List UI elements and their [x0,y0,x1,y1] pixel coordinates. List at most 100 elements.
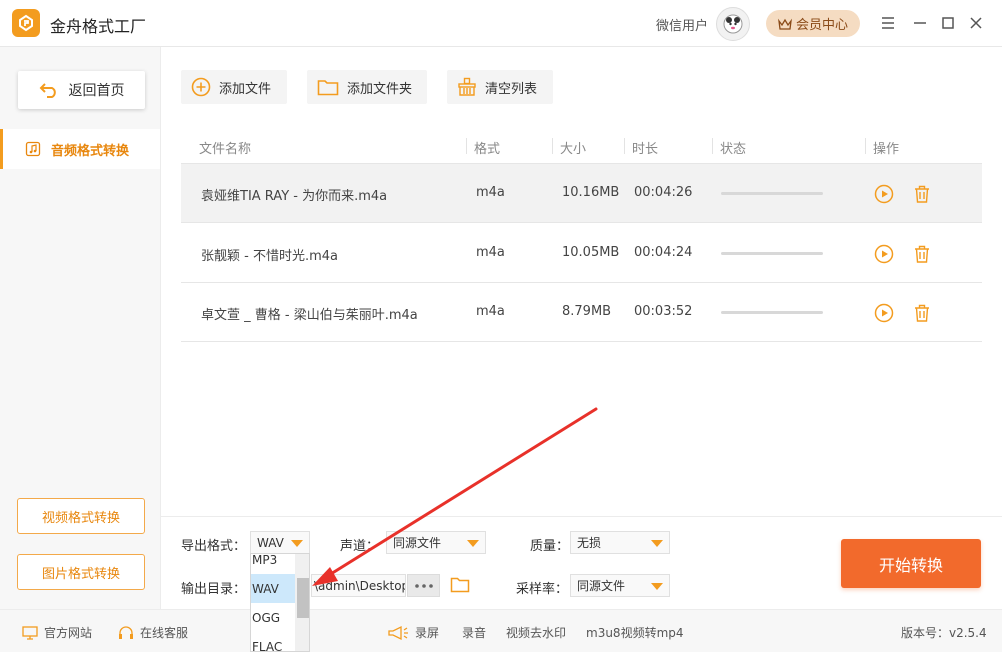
output-dir-field[interactable]: \admin\Desktop\ [311,574,406,597]
table-row[interactable]: 卓文萱 _ 曹格 - 梁山伯与茱丽叶.m4a m4a 8.79MB 00:03:… [181,283,982,342]
progress-bar [721,252,823,255]
avatar[interactable] [716,7,750,41]
file-duration: 00:03:52 [634,304,693,319]
play-icon[interactable] [873,183,895,205]
quality-select[interactable]: 无损 [570,531,670,554]
sidebar-item-audio-convert[interactable]: 音频格式转换 [0,129,160,169]
channel-value: 同源文件 [393,536,442,550]
official-website-link[interactable]: 官方网站 [22,624,92,641]
vip-center-button[interactable]: 会员中心 [766,10,860,37]
close-icon[interactable] [966,13,986,33]
delete-icon[interactable] [911,183,933,205]
column-divider [865,138,866,154]
plus-circle-icon [191,77,211,97]
online-support-label: 在线客服 [140,626,189,640]
column-divider [712,138,713,154]
menu-icon[interactable] [878,13,898,33]
add-folder-label: 添加文件夹 [347,81,413,97]
back-home-label: 返回首页 [68,83,125,99]
add-folder-button[interactable]: 添加文件夹 [307,70,427,104]
official-website-label: 官方网站 [44,626,93,640]
app-title: 金舟格式工厂 [50,17,147,36]
delete-icon[interactable] [911,302,933,324]
image-convert-button[interactable]: 图片格式转换 [17,554,145,590]
chevron-down-icon [651,540,663,547]
format-option-ogg[interactable]: OGG [251,603,295,632]
col-duration-header: 时长 [632,142,659,157]
monitor-icon [22,625,38,640]
vip-label: 会员中心 [795,18,848,33]
file-size: 8.79MB [562,304,612,319]
file-format: m4a [476,304,505,319]
return-icon [39,83,56,98]
headset-icon [119,625,133,639]
progress-bar [721,311,823,314]
chevron-down-icon [651,583,663,590]
table-row[interactable]: 张靓颖 - 不惜时光.m4a m4a 10.05MB 00:04:24 [181,224,982,283]
format-option-wav[interactable]: WAV [251,574,295,603]
add-file-label: 添加文件 [219,81,272,97]
remove-watermark-link[interactable]: 视频去水印 [506,624,566,641]
remove-watermark-label: 视频去水印 [506,626,567,640]
version-text: 版本号：v2.5.4 [901,626,987,640]
start-convert-button[interactable]: 开始转换 [841,539,981,588]
version-label: 版本号：v2.5.4 [901,624,987,641]
footer-bar: 官方网站 在线客服 录屏 录音 视频去水印 m3u8视频转mp4 版本号：v2.… [0,609,1002,652]
screen-record-link[interactable]: 录屏 [387,624,439,641]
clear-list-button[interactable]: 清空列表 [447,70,553,104]
output-dir-value: \admin\Desktop\ [314,578,406,593]
chevron-down-icon [467,540,479,547]
column-divider [552,138,553,154]
file-format: m4a [476,185,505,200]
export-format-select[interactable]: WAV [250,531,310,554]
delete-icon[interactable] [911,243,933,265]
audio-record-link[interactable]: 录音 [462,624,486,641]
back-home-button[interactable]: 返回首页 [18,71,145,109]
table-row[interactable]: 袁娅维TIA RAY - 为你而来.m4a m4a 10.16MB 00:04:… [181,164,982,223]
sidebar-item-label: 音频格式转换 [51,143,130,159]
format-option-mp3[interactable]: MP3 [251,554,295,574]
minimize-icon[interactable] [910,13,930,33]
channel-label: 声道： [340,539,380,554]
quality-value: 无损 [577,536,602,550]
sidebar: 返回首页 音频格式转换 视频格式转换 图片格式转换 [0,47,161,609]
screen-record-label: 录屏 [415,626,440,640]
user-name[interactable]: 微信用户 [656,15,708,34]
play-icon[interactable] [873,243,895,265]
export-format-value: WAV [257,535,284,550]
file-name: 袁娅维TIA RAY - 为你而来.m4a [201,189,388,204]
add-file-button[interactable]: 添加文件 [181,70,287,104]
m3u8-to-mp4-link[interactable]: m3u8视频转mp4 [586,624,684,641]
channel-select[interactable]: 同源文件 [386,531,486,554]
chevron-down-icon [291,540,303,547]
folder-icon [317,80,339,96]
col-actions-header: 操作 [873,142,900,157]
column-divider [624,138,625,154]
open-folder-icon[interactable] [450,576,470,597]
online-support-link[interactable]: 在线客服 [118,624,188,641]
crown-icon [778,18,792,30]
dropdown-scrollbar[interactable] [295,554,309,651]
format-option-flac[interactable]: FLAC [251,632,295,652]
play-icon[interactable] [873,302,895,324]
file-duration: 00:04:26 [634,185,693,200]
maximize-icon[interactable] [938,13,958,33]
browse-dir-button[interactable] [407,574,440,597]
file-table-header: 文件名称 格式 大小 时长 状态 操作 [181,128,982,164]
format-dropdown-list: MP3 WAV OGG FLAC [250,553,310,652]
column-divider [466,138,467,154]
sample-rate-select[interactable]: 同源文件 [570,574,670,597]
app-logo-icon [12,9,40,37]
file-name: 卓文萱 _ 曹格 - 梁山伯与茱丽叶.m4a [201,308,418,323]
col-format-header: 格式 [474,142,501,157]
file-duration: 00:04:24 [634,245,693,260]
clear-list-label: 清空列表 [485,81,538,97]
audio-record-label: 录音 [462,626,487,640]
video-convert-button[interactable]: 视频格式转换 [17,498,145,534]
scrollbar-thumb[interactable] [297,578,309,618]
col-status-header: 状态 [720,142,747,157]
file-format: m4a [476,245,505,260]
file-name: 张靓颖 - 不惜时光.m4a [201,249,338,264]
music-icon [25,141,41,157]
more-dots-icon [414,583,433,588]
